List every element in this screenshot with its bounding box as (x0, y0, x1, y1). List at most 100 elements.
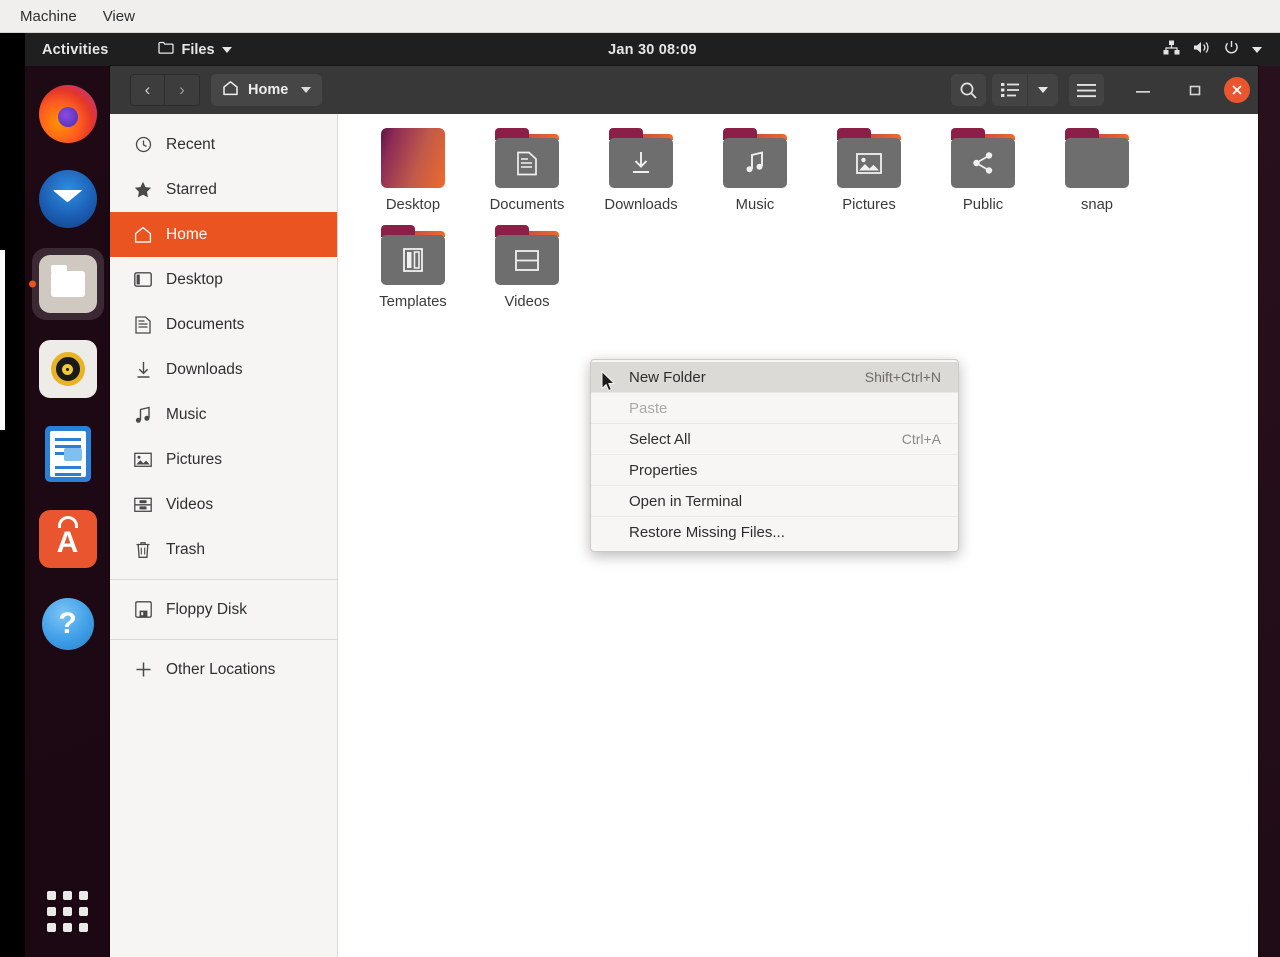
sidebar-item-label: Starred (166, 181, 217, 199)
dock-item-libreoffice-writer[interactable] (32, 418, 104, 490)
context-menu-item-accel: Shift+Ctrl+N (865, 369, 941, 385)
sidebar-separator (110, 639, 337, 640)
sidebar-item-documents[interactable]: Documents (110, 302, 337, 347)
app-menu-button[interactable]: Files (158, 41, 231, 59)
chevron-down-icon (301, 87, 311, 93)
sidebar-separator (110, 579, 337, 580)
context-menu-item-label: Select All (629, 431, 691, 448)
main-menu-button[interactable] (1069, 74, 1104, 106)
headerbar-right-controls (951, 74, 1250, 106)
dock-item-help[interactable]: ? (32, 588, 104, 660)
file-item-label: Videos (505, 294, 550, 310)
sidebar-item-desktop[interactable]: Desktop (110, 257, 337, 302)
sidebar-item-other-locations[interactable]: Other Locations (110, 647, 337, 692)
file-item-label: Public (963, 197, 1003, 213)
file-item-downloads[interactable]: Downloads (584, 128, 698, 213)
files-icon (39, 255, 97, 313)
dock-item-rhythmbox[interactable] (32, 333, 104, 405)
context-menu-item-properties[interactable]: Properties (591, 455, 958, 486)
context-menu-item-label: Paste (629, 400, 667, 417)
power-icon (1224, 40, 1239, 59)
sidebar-item-label: Videos (166, 496, 213, 514)
sidebar-item-recent[interactable]: Recent (110, 122, 337, 167)
mouse-cursor (601, 371, 615, 392)
vm-menu-view[interactable]: View (93, 6, 145, 27)
activities-button[interactable]: Activities (42, 42, 108, 58)
forward-button[interactable]: › (165, 74, 200, 106)
dock-item-thunderbird[interactable] (32, 163, 104, 235)
file-item-documents[interactable]: Documents (470, 128, 584, 213)
folder-icon (951, 128, 1015, 188)
home-icon (134, 226, 152, 244)
places-sidebar: Recent Starred Home (110, 114, 338, 957)
folder-icon (495, 225, 559, 285)
file-item-label: Templates (379, 294, 446, 310)
file-item-label: Documents (490, 197, 565, 213)
path-bar-label: Home (248, 82, 288, 98)
dock-item-firefox[interactable] (32, 78, 104, 150)
file-item-templates[interactable]: Templates (356, 225, 470, 310)
file-item-label: Music (736, 197, 775, 213)
network-wired-icon (1163, 40, 1180, 59)
image-icon (134, 451, 152, 469)
context-menu-item-select-all[interactable]: Select All Ctrl+A (591, 424, 958, 455)
file-item-label: Downloads (604, 197, 677, 213)
show-applications-button[interactable] (47, 891, 88, 932)
sidebar-item-downloads[interactable]: Downloads (110, 347, 337, 392)
sidebar-item-home[interactable]: Home (110, 212, 337, 257)
system-tray[interactable] (1163, 40, 1262, 59)
sidebar-item-label: Recent (166, 136, 215, 154)
star-icon (134, 181, 152, 199)
file-item-desktop[interactable]: Desktop (356, 128, 470, 213)
close-button[interactable] (1224, 77, 1250, 103)
file-grid: Desktop Documents (356, 128, 1258, 322)
view-dropdown-button[interactable] (1028, 74, 1058, 106)
context-menu-item-paste: Paste (591, 393, 958, 424)
maximize-button[interactable] (1180, 75, 1210, 105)
window-edge-sliver (0, 250, 5, 430)
sidebar-item-pictures[interactable]: Pictures (110, 437, 337, 482)
rhythmbox-icon (39, 340, 97, 398)
view-list-button[interactable] (992, 74, 1027, 106)
file-item-music[interactable]: Music (698, 128, 812, 213)
file-item-snap[interactable]: snap (1040, 128, 1154, 213)
sidebar-item-label: Music (166, 406, 206, 424)
sidebar-item-music[interactable]: Music (110, 392, 337, 437)
sidebar-item-starred[interactable]: Starred (110, 167, 337, 212)
folder-icon (381, 225, 445, 285)
minimize-button[interactable] (1128, 75, 1158, 105)
dock-item-ubuntu-software[interactable]: A (32, 503, 104, 575)
home-icon (222, 80, 239, 100)
sidebar-item-label: Desktop (166, 271, 223, 289)
sidebar-item-label: Floppy Disk (166, 601, 247, 619)
context-menu-item-restore-missing-files[interactable]: Restore Missing Files... (591, 517, 958, 548)
search-button[interactable] (951, 74, 986, 106)
context-menu-item-open-in-terminal[interactable]: Open in Terminal (591, 486, 958, 517)
sidebar-item-videos[interactable]: Videos (110, 482, 337, 527)
file-item-videos[interactable]: Videos (470, 225, 584, 310)
file-item-pictures[interactable]: Pictures (812, 128, 926, 213)
sidebar-item-label: Other Locations (166, 661, 275, 679)
chevron-down-icon[interactable] (1252, 47, 1262, 53)
sidebar-item-floppy-disk[interactable]: Floppy Disk (110, 587, 337, 632)
back-button[interactable]: ‹ (130, 74, 165, 106)
sidebar-item-trash[interactable]: Trash (110, 527, 337, 572)
ubuntu-software-icon: A (39, 510, 97, 568)
thunderbird-icon (39, 170, 97, 228)
dock-item-files[interactable] (32, 248, 104, 320)
sidebar-item-label: Documents (166, 316, 244, 334)
vm-menu-machine[interactable]: Machine (10, 6, 87, 27)
file-item-public[interactable]: Public (926, 128, 1040, 213)
file-item-label: Desktop (386, 197, 440, 213)
folder-icon (609, 128, 673, 188)
file-item-label: snap (1081, 197, 1113, 213)
context-menu-item-new-folder[interactable]: New Folder Shift+Ctrl+N (591, 362, 958, 393)
context-menu-item-label: New Folder (629, 369, 706, 386)
plus-icon (134, 661, 152, 679)
floppy-icon (134, 601, 152, 619)
path-bar-home-button[interactable]: Home (211, 74, 322, 106)
folder-icon (158, 41, 174, 59)
folder-icon (723, 128, 787, 188)
document-icon (495, 138, 559, 188)
ubuntu-dock: A ? (25, 66, 110, 957)
